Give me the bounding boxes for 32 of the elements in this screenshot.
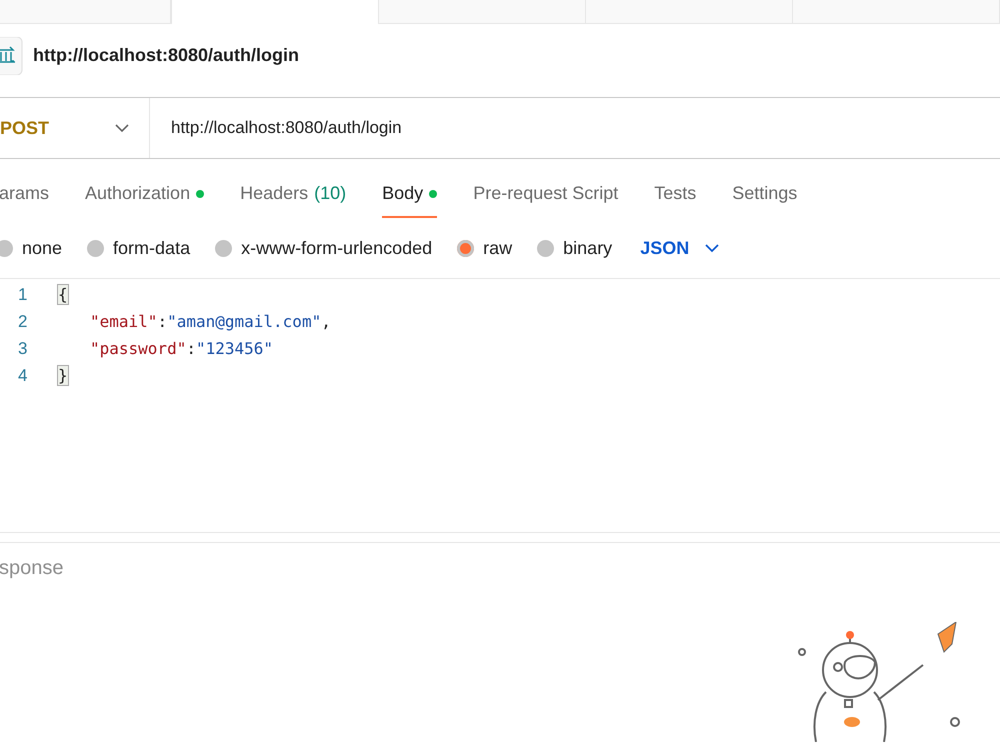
request-section-tab[interactable]: Body bbox=[382, 183, 438, 218]
line-number: 3 bbox=[17, 338, 28, 358]
request-section-tab[interactable]: Headers (10) bbox=[240, 183, 346, 218]
radio-button[interactable] bbox=[457, 240, 474, 256]
request-tab[interactable] bbox=[171, 0, 380, 24]
http-icon bbox=[0, 36, 23, 74]
radio-label: binary bbox=[563, 238, 612, 258]
url-field[interactable]: http://localhost:8080/auth/login bbox=[169, 117, 773, 139]
code-line: "email":"aman@gmail.com", bbox=[89, 312, 331, 331]
radio-button[interactable] bbox=[537, 240, 554, 256]
request-section-tab[interactable]: Pre-request Script bbox=[473, 183, 618, 218]
radio-label: x-www-form-urlencoded bbox=[241, 238, 432, 258]
radio-button[interactable] bbox=[215, 240, 232, 256]
chevron-down-icon bbox=[705, 244, 720, 252]
radio-label: form-data bbox=[113, 238, 190, 258]
radio-label: raw bbox=[483, 238, 512, 258]
format-dropdown[interactable]: JSON bbox=[640, 238, 720, 258]
chevron-down-icon bbox=[115, 124, 129, 132]
request-section-tab[interactable]: arams bbox=[0, 183, 50, 218]
code-line: "password":"123456" bbox=[89, 339, 274, 358]
line-number: 4 bbox=[17, 366, 28, 386]
radio-label: none bbox=[22, 238, 62, 258]
request-section-tab[interactable]: Settings bbox=[732, 183, 798, 218]
request-title: http://localhost:8080/auth/login bbox=[33, 45, 300, 66]
line-number: 2 bbox=[17, 312, 28, 332]
request-section-tab[interactable]: Tests bbox=[654, 183, 696, 218]
radio-button[interactable] bbox=[0, 240, 13, 256]
radio-button[interactable] bbox=[87, 240, 104, 256]
method-dropdown[interactable]: POST bbox=[0, 98, 150, 158]
line-number: 1 bbox=[17, 284, 28, 304]
code-editor[interactable]: 1 { 2 "email":"aman@gmail.com", 3 "password":"123456" 4 } bbox=[0, 279, 1000, 533]
request-section-tab[interactable]: Authorization bbox=[85, 183, 204, 218]
